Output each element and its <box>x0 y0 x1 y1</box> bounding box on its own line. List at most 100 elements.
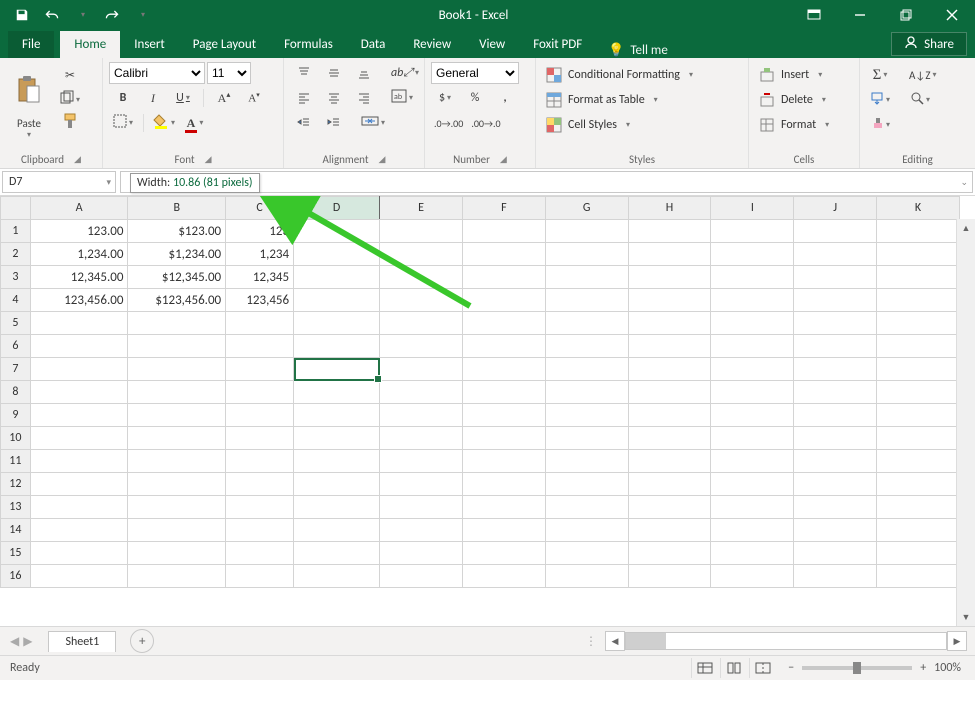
number-dialog-launcher[interactable]: ◢ <box>500 154 507 165</box>
cell-I2[interactable] <box>711 243 794 266</box>
new-sheet-button[interactable]: + <box>130 629 154 653</box>
sheet-tab[interactable]: Sheet1 <box>48 631 116 652</box>
cell-G8[interactable] <box>545 381 628 404</box>
cell-I7[interactable] <box>711 358 794 381</box>
cell-E4[interactable] <box>380 289 463 312</box>
cell-F12[interactable] <box>462 473 545 496</box>
cell-C10[interactable] <box>226 427 294 450</box>
cell-G10[interactable] <box>545 427 628 450</box>
cell-H12[interactable] <box>628 473 711 496</box>
tab-home[interactable]: Home <box>60 31 120 58</box>
cell-K9[interactable] <box>877 404 960 427</box>
row-header-1[interactable]: 1 <box>1 220 31 243</box>
bold-button[interactable]: B <box>109 87 137 109</box>
cell-C16[interactable] <box>226 565 294 588</box>
cell-G3[interactable] <box>545 266 628 289</box>
cell-B3[interactable]: $12,345.00 <box>128 266 226 289</box>
number-format-select[interactable]: General <box>431 62 519 84</box>
cell-G6[interactable] <box>545 335 628 358</box>
page-break-view-button[interactable] <box>749 658 776 678</box>
align-right-button[interactable] <box>350 87 378 109</box>
cell-I15[interactable] <box>711 542 794 565</box>
delete-cells-button[interactable]: Delete <box>755 89 833 111</box>
cell-I1[interactable] <box>711 220 794 243</box>
close-button[interactable] <box>929 0 975 30</box>
sheet-nav-next-icon[interactable]: ▶ <box>23 634 32 649</box>
cell-K15[interactable] <box>877 542 960 565</box>
cell-C6[interactable] <box>226 335 294 358</box>
cell-J16[interactable] <box>794 565 877 588</box>
vertical-scrollbar[interactable]: ▲ ▼ <box>956 219 975 626</box>
cell-C12[interactable] <box>226 473 294 496</box>
cell-K13[interactable] <box>877 496 960 519</box>
cell-B13[interactable] <box>128 496 226 519</box>
cell-F2[interactable] <box>462 243 545 266</box>
cell-H11[interactable] <box>628 450 711 473</box>
cell-G5[interactable] <box>545 312 628 335</box>
tab-page-layout[interactable]: Page Layout <box>179 31 270 58</box>
hscroll-right-button[interactable]: ▶ <box>947 631 967 651</box>
qat-customize-icon[interactable] <box>128 2 156 28</box>
cell-J11[interactable] <box>794 450 877 473</box>
cell-F6[interactable] <box>462 335 545 358</box>
cell-C15[interactable] <box>226 542 294 565</box>
cell-F7[interactable] <box>462 358 545 381</box>
tab-view[interactable]: View <box>465 31 519 58</box>
cell-D8[interactable] <box>294 381 380 404</box>
cell-D1[interactable] <box>294 220 380 243</box>
cell-A6[interactable] <box>30 335 128 358</box>
cell-D11[interactable] <box>294 450 380 473</box>
format-painter-button[interactable] <box>56 112 84 134</box>
find-select-button[interactable] <box>906 89 934 111</box>
cell-K16[interactable] <box>877 565 960 588</box>
cell-B5[interactable] <box>128 312 226 335</box>
cell-D16[interactable] <box>294 565 380 588</box>
cell-D14[interactable] <box>294 519 380 542</box>
undo-dropdown-icon[interactable] <box>68 2 96 28</box>
cell-B12[interactable] <box>128 473 226 496</box>
scroll-up-icon[interactable]: ▲ <box>957 219 975 237</box>
cell-E1[interactable] <box>380 220 463 243</box>
cell-B10[interactable] <box>128 427 226 450</box>
cell-C9[interactable] <box>226 404 294 427</box>
align-middle-button[interactable] <box>320 62 348 84</box>
wrap-text-button[interactable]: ab <box>388 87 416 109</box>
cell-F13[interactable] <box>462 496 545 519</box>
cell-D12[interactable] <box>294 473 380 496</box>
cell-F5[interactable] <box>462 312 545 335</box>
cell-K8[interactable] <box>877 381 960 404</box>
cell-J10[interactable] <box>794 427 877 450</box>
insert-cells-button[interactable]: Insert <box>755 64 833 86</box>
cell-C13[interactable] <box>226 496 294 519</box>
cell-B15[interactable] <box>128 542 226 565</box>
cell-F14[interactable] <box>462 519 545 542</box>
row-header-13[interactable]: 13 <box>1 496 31 519</box>
row-header-5[interactable]: 5 <box>1 312 31 335</box>
italic-button[interactable]: I <box>139 87 167 109</box>
cell-I13[interactable] <box>711 496 794 519</box>
format-as-table-button[interactable]: Format as Table <box>542 89 697 111</box>
row-header-12[interactable]: 12 <box>1 473 31 496</box>
cell-H7[interactable] <box>628 358 711 381</box>
cell-I16[interactable] <box>711 565 794 588</box>
cell-E10[interactable] <box>380 427 463 450</box>
cell-K14[interactable] <box>877 519 960 542</box>
cell-A1[interactable]: 123.00 <box>30 220 128 243</box>
minimize-button[interactable] <box>837 0 883 30</box>
cell-J4[interactable] <box>794 289 877 312</box>
cell-H16[interactable] <box>628 565 711 588</box>
cell-D15[interactable] <box>294 542 380 565</box>
cell-E13[interactable] <box>380 496 463 519</box>
cell-E11[interactable] <box>380 450 463 473</box>
cell-H2[interactable] <box>628 243 711 266</box>
cell-G16[interactable] <box>545 565 628 588</box>
align-bottom-button[interactable] <box>350 62 378 84</box>
undo-icon[interactable] <box>38 2 66 28</box>
row-header-3[interactable]: 3 <box>1 266 31 289</box>
zoom-in-button[interactable]: + <box>920 661 926 675</box>
tab-foxit-pdf[interactable]: Foxit PDF <box>519 31 596 58</box>
cell-H15[interactable] <box>628 542 711 565</box>
align-center-button[interactable] <box>320 87 348 109</box>
cell-H13[interactable] <box>628 496 711 519</box>
cell-B4[interactable]: $123,456.00 <box>128 289 226 312</box>
